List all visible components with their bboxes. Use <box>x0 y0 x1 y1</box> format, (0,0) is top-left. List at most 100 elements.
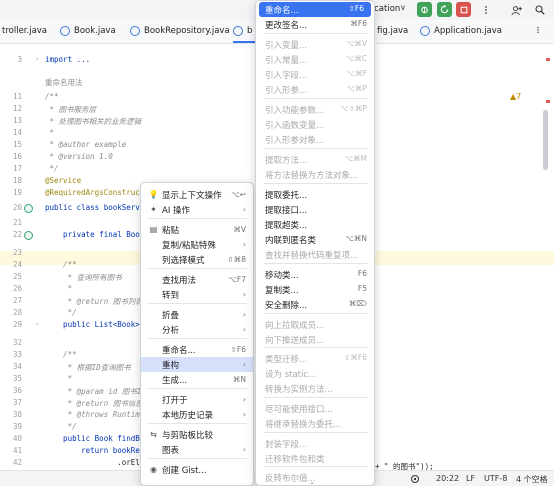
code-line: public class bookServ <box>45 203 140 212</box>
menu-item-label: 生成... <box>162 375 188 386</box>
context-menu-item[interactable]: 分析 › <box>141 322 253 337</box>
context-menu-item[interactable]: ◉ 创建 Gist... <box>141 462 253 477</box>
refactor-menu-item[interactable]: 内联到匿名类 ⌥⌘N <box>256 232 374 247</box>
refactor-menu-item: 封装字段... <box>256 436 374 451</box>
line-number: 17 <box>12 164 22 173</box>
add-user-icon <box>510 5 522 15</box>
line-number: 39 <box>12 422 22 431</box>
context-menu-item[interactable]: 图表 › <box>141 442 253 457</box>
line-number: 16 <box>12 152 22 161</box>
context-menu-item[interactable]: 查找用法 ⌥F7 <box>141 272 253 287</box>
code-line: /** <box>45 350 77 359</box>
code-line: 重命名用法 <box>45 78 83 87</box>
line-number: 15 <box>12 140 22 149</box>
context-menu-item[interactable]: 复制/粘贴特殊 › <box>141 237 253 252</box>
tab-config[interactable]: fig.java <box>377 26 408 36</box>
chevron-down-icon[interactable]: ∨ <box>400 3 406 12</box>
spring-bean-icon[interactable] <box>24 231 33 240</box>
code-line: public List<Book> <box>45 320 140 329</box>
stop-button[interactable] <box>456 2 471 17</box>
error-marker[interactable] <box>546 58 550 61</box>
chevron-right-icon: › <box>242 325 246 334</box>
menu-item-shortcut: ⌥↩ <box>231 190 246 199</box>
context-menu-item[interactable]: ✦ AI 操作 › <box>141 202 253 217</box>
active-tab-indicator <box>233 41 255 43</box>
refactor-menu-item[interactable]: 更改签名... ⌘F6 <box>256 17 374 32</box>
fold-icon[interactable]: › <box>36 320 39 328</box>
menu-separator <box>147 338 247 339</box>
code-line: * @version 1.0 <box>45 152 113 161</box>
menu-item-label: 提取方法... <box>265 156 308 166</box>
context-menu-item[interactable]: 重命名... ⇧F6 <box>141 342 253 357</box>
warning-count[interactable]: ▲7 <box>510 92 521 101</box>
indent-setting[interactable]: 4 个空格 <box>516 474 548 485</box>
context-menu-item[interactable]: 生成... ⌘N <box>141 372 253 387</box>
line-number: 25 <box>12 272 22 281</box>
context-menu-item[interactable]: ⇆ 与剪贴板比较 <box>141 427 253 442</box>
context-menu-item[interactable]: 重构 › <box>141 357 253 372</box>
menu-item-label: 分析 <box>162 325 180 336</box>
refactor-menu-item: 反转布尔值... <box>256 470 374 485</box>
debug-button[interactable] <box>417 2 432 17</box>
editor-context-menu: 💡 显示上下文操作 ⌥↩ ✦ AI 操作 › ▤ 粘贴 ⌘V 复制/粘贴特殊 › 列选择模式 ⇧⌘8 查找… <box>140 182 254 486</box>
tab-more[interactable] <box>534 26 542 34</box>
tab-book-repository[interactable]: BookRepository.java <box>130 26 230 36</box>
menu-item-label: 设为 static... <box>265 370 317 380</box>
context-menu-item[interactable]: 本地历史记录 › <box>141 407 253 422</box>
context-menu-item[interactable]: 列选择模式 ⇧⌘8 <box>141 252 253 267</box>
tab-book-service[interactable]: b <box>233 26 252 36</box>
context-menu-item[interactable]: 💡 显示上下文操作 ⌥↩ <box>141 187 253 202</box>
add-user-button[interactable] <box>508 2 524 18</box>
refactor-menu-item[interactable]: 提取超类... <box>256 217 374 232</box>
menu-item-label: 更改签名... <box>265 21 308 31</box>
menu-item-label: 将继承替换为委托... <box>265 420 342 430</box>
menu-item-shortcut: ⇧F6 <box>230 345 246 354</box>
line-number: 35 <box>12 374 22 383</box>
run-button[interactable] <box>437 2 452 17</box>
menu-item-shortcut: ⌥⌘C <box>345 54 367 63</box>
code-line: * <box>45 128 55 137</box>
code-line: @RequiredArgsConstruct <box>45 188 145 197</box>
tab-application[interactable]: Application.java <box>420 26 502 36</box>
menu-separator <box>264 33 368 34</box>
search-button[interactable] <box>532 2 548 18</box>
ai-status-icon[interactable] <box>410 474 420 486</box>
line-number: 22 <box>12 230 22 239</box>
fold-icon[interactable]: › <box>36 55 39 63</box>
menu-item-label: 提取接口... <box>265 206 308 216</box>
context-menu-item[interactable]: 打开于 › <box>141 392 253 407</box>
refactor-menu-item[interactable]: 复制类... F5 <box>256 282 374 297</box>
refactor-menu-item[interactable]: 提取委托... <box>256 187 374 202</box>
editor-scrollbar[interactable] <box>543 110 548 170</box>
menu-item-label: 查找并替换代码重复项... <box>265 251 359 261</box>
spring-bean-icon[interactable] <box>24 204 33 213</box>
cursor-position[interactable]: 20:22 <box>436 474 459 483</box>
chevron-right-icon: › <box>242 290 246 299</box>
refactor-menu-item: 引入常量... ⌥⌘C <box>256 52 374 67</box>
line-number: 13 <box>12 116 22 125</box>
file-encoding[interactable]: UTF-8 <box>484 474 507 483</box>
refactor-menu-item: 引入字段... ⌥⌘F <box>256 67 374 82</box>
menu-separator <box>264 466 368 467</box>
context-menu-item[interactable]: 转到 › <box>141 287 253 302</box>
refactor-menu-item[interactable]: 重命名... ⇧F6 <box>259 2 371 17</box>
menu-separator <box>264 397 368 398</box>
context-menu-item[interactable]: ▤ 粘贴 ⌘V <box>141 222 253 237</box>
refactor-menu-item[interactable]: 安全删除... ⌘⌦ <box>256 297 374 312</box>
line-ending[interactable]: LF <box>466 474 475 483</box>
more-actions-button[interactable] <box>478 2 494 18</box>
menu-item-label: 折叠 <box>162 310 180 321</box>
error-marker[interactable] <box>546 100 550 103</box>
scroll-down-icon[interactable]: ⌄ <box>309 478 315 486</box>
rerun-icon <box>440 5 449 14</box>
line-number: 32 <box>12 338 22 347</box>
context-menu-item[interactable]: 折叠 › <box>141 307 253 322</box>
refactor-menu-item: 尽可能使用接口... <box>256 401 374 416</box>
tab-book[interactable]: Book.java <box>60 26 116 36</box>
menu-item-shortcut: ⌘F6 <box>350 19 367 28</box>
tab-controller[interactable]: troller.java <box>2 26 47 36</box>
refactor-menu-item[interactable]: 提取接口... <box>256 202 374 217</box>
line-number: 28 <box>12 308 22 317</box>
code-line: /** <box>45 92 59 101</box>
refactor-menu-item[interactable]: 移动类... F6 <box>256 267 374 282</box>
